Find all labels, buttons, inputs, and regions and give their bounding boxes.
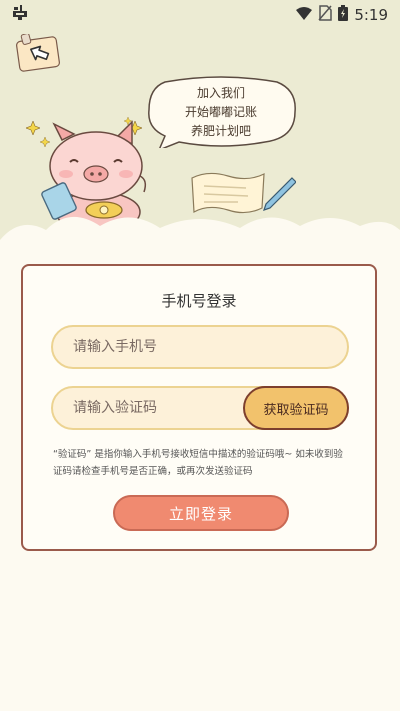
bubble-line: 养肥计划吧	[190, 124, 251, 138]
login-button[interactable]: 立即登录	[113, 495, 289, 531]
code-input[interactable]	[53, 388, 243, 428]
status-bar: 5:19	[0, 0, 400, 28]
wifi-icon	[296, 6, 313, 25]
login-title: 手机号登录	[161, 292, 237, 310]
get-code-button[interactable]: 获取验证码	[243, 386, 349, 430]
cloud-divider	[0, 216, 400, 270]
speech-bubble-text: 加入我们 开始嘟嘟记账 养肥计划吧	[150, 84, 292, 141]
code-field: 获取验证码	[51, 386, 349, 430]
bug-icon	[10, 5, 30, 27]
back-button[interactable]	[16, 33, 60, 72]
arrow-left-icon	[16, 33, 60, 72]
no-sim-icon	[318, 5, 333, 25]
bubble-line: 开始嘟嘟记账	[184, 105, 257, 119]
battery-icon	[338, 5, 349, 25]
code-hint: “验证码” 是指你输入手机号接收短信中描述的验证码哦~ 如未收到验证码请检查手机…	[53, 449, 343, 477]
sparkle-icon	[25, 120, 41, 139]
login-card: 手机号登录 获取验证码 “验证码” 是指你输入手机号接收短信中描述的验证码哦~ …	[21, 264, 377, 551]
status-time: 5:19	[354, 6, 388, 24]
phone-input[interactable]	[51, 325, 349, 369]
bubble-line: 加入我们	[196, 86, 245, 100]
